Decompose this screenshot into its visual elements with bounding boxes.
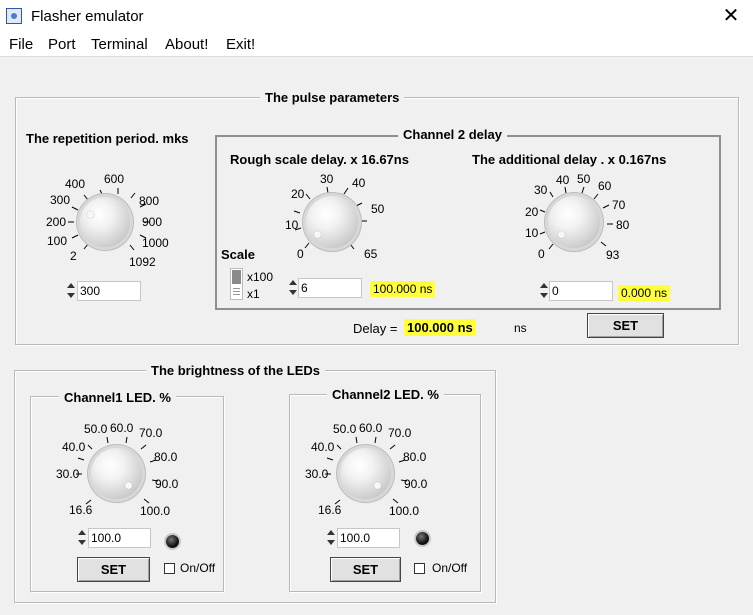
channel2-onoff-checkbox[interactable] bbox=[414, 563, 425, 574]
channel2-knob-ticks bbox=[325, 436, 408, 505]
channel2-onoff-label: On/Off bbox=[432, 561, 468, 575]
channel2-set-button[interactable]: SET bbox=[330, 557, 401, 582]
channel2-input[interactable]: 100.0 bbox=[337, 528, 400, 548]
channel2-tick-30: 30.0 bbox=[305, 467, 329, 481]
channel2-tick-100: 100.0 bbox=[389, 504, 420, 518]
channel2-tick-40: 40.0 bbox=[311, 440, 335, 454]
channel2-knob[interactable] bbox=[340, 448, 391, 499]
channel2-tick-70: 70.0 bbox=[388, 426, 412, 440]
channel2-tick-50: 50.0 bbox=[333, 422, 357, 436]
channel2-tick-60: 60.0 bbox=[359, 421, 383, 435]
channel2-knob-indicator bbox=[374, 482, 381, 489]
channel2-tick-16-6: 16.6 bbox=[318, 503, 342, 517]
channel2-led-indicator bbox=[416, 532, 429, 545]
channel2-tick-90: 90.0 bbox=[404, 477, 428, 491]
channel2-spinner[interactable] bbox=[326, 528, 335, 548]
channel2-tick-80: 80.0 bbox=[403, 450, 427, 464]
